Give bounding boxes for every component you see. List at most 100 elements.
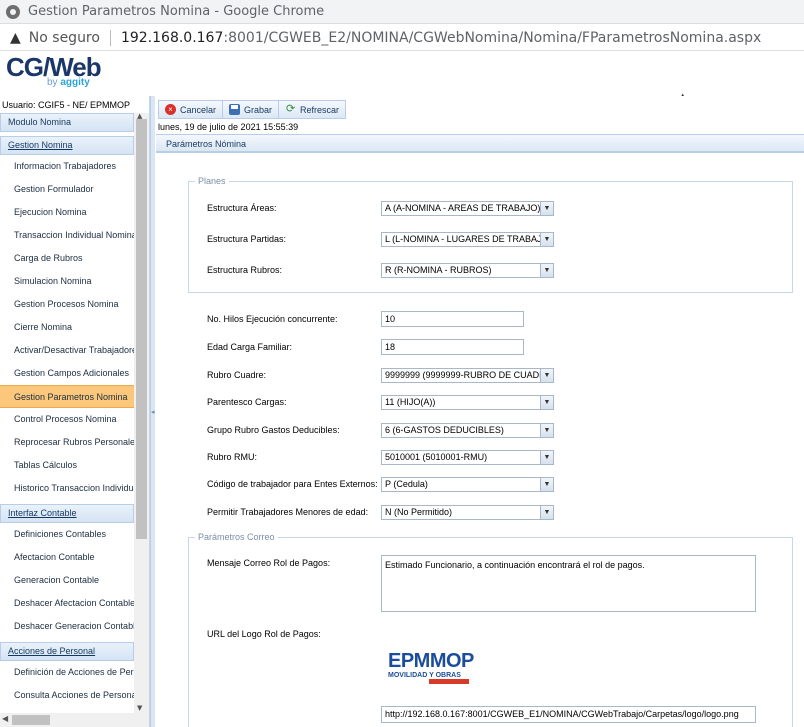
rmu-select[interactable]: 5010001 (5010001-RMU) ▼ xyxy=(381,450,554,465)
areas-select[interactable]: A (A-NOMINA - AREAS DE TRABAJO) ▼ xyxy=(381,201,554,216)
cancel-label: Cancelar xyxy=(180,104,217,115)
rubros-select-value: R (R-NOMINA - RUBROS) xyxy=(385,265,492,275)
sidebar-vertical-scrollbar[interactable]: ▲ ▼ xyxy=(134,112,149,713)
refresh-button[interactable]: ⟳ Refrescar xyxy=(278,100,347,119)
sidebar-item-tablas-calculos[interactable]: Tablas Cálculos xyxy=(0,454,134,477)
cancel-icon: × xyxy=(165,104,176,115)
hilos-input[interactable]: 10 xyxy=(381,311,524,327)
save-icon xyxy=(229,104,241,115)
sidebar-item-gestion-formulador[interactable]: Gestion Formulador xyxy=(0,178,134,201)
menores-select-value: N (No Permitido) xyxy=(385,507,453,517)
sidebar: Usuario: CGIF5 - NE/ EPMMOP Modulo Nomin… xyxy=(0,96,150,727)
rubros-label: Estructura Rubros: xyxy=(207,265,283,275)
refresh-icon: ⟳ xyxy=(285,103,296,115)
url-path[interactable]: :8001/CGWEB_E2/NOMINA/CGWebNomina/Nomina… xyxy=(223,30,761,46)
horizontal-scrollbar-thumb[interactable] xyxy=(12,715,50,725)
grupo-select-value: 6 (6-GASTOS DEDUCIBLES) xyxy=(385,425,504,435)
section-gestion-nomina[interactable]: Gestion Nomina xyxy=(0,136,134,155)
security-label[interactable]: No seguro xyxy=(29,30,100,46)
edad-label: Edad Carga Familiar: xyxy=(207,342,293,352)
parentesco-select[interactable]: 11 (HIJO(A)) ▼ xyxy=(381,395,554,410)
sidebar-item-activar-desactivar[interactable]: Activar/Desactivar Trabajadores xyxy=(0,339,134,362)
warning-icon[interactable]: ▲ xyxy=(10,30,21,46)
sidebar-item-transaccion-individual[interactable]: Transaccion Individual Nomina xyxy=(0,224,134,247)
logo-byline: by aggity xyxy=(47,77,90,88)
sidebar-horizontal-scrollbar[interactable]: ◀ xyxy=(0,713,149,727)
cancel-button[interactable]: × Cancelar xyxy=(158,100,224,119)
chevron-down-icon[interactable]: ▼ xyxy=(540,478,553,491)
section-acciones-personal[interactable]: Acciones de Personal xyxy=(0,642,134,661)
sidebar-item-ejecucion-nomina[interactable]: Ejecucion Nomina xyxy=(0,201,134,224)
sidebar-item-deshacer-generacion[interactable]: Deshacer Generacion Contable xyxy=(0,615,134,638)
rubros-select[interactable]: R (R-NOMINA - RUBROS) ▼ xyxy=(381,263,554,278)
sidebar-item-campos-adicionales[interactable]: Gestion Campos Adicionales xyxy=(0,362,134,385)
sidebar-item-reprocesar-rubros[interactable]: Reprocesar Rubros Personales xyxy=(0,431,134,454)
cuadre-select-value: 9999999 (9999999-RUBRO DE CUADRE) xyxy=(385,370,554,380)
scrollbar-thumb[interactable] xyxy=(136,119,147,539)
sidebar-item-control-procesos[interactable]: Control Procesos Nomina xyxy=(0,408,134,431)
browser-titlebar: Gestion Parametros Nomina - Google Chrom… xyxy=(0,0,804,24)
grupo-select[interactable]: 6 (6-GASTOS DEDUCIBLES) ▼ xyxy=(381,423,554,438)
scroll-left-icon[interactable]: ◀ xyxy=(2,714,8,723)
mensaje-label: Mensaje Correo Rol de Pagos: xyxy=(207,558,331,568)
scroll-down-icon[interactable]: ▼ xyxy=(137,704,142,712)
sidebar-item-deshacer-afectacion[interactable]: Deshacer Afectacion Contable xyxy=(0,592,134,615)
rmu-label: Rubro RMU: xyxy=(207,452,258,462)
refresh-label: Refrescar xyxy=(300,104,340,115)
mensaje-textarea[interactable]: Estimado Funcionario, a continuación enc… xyxy=(381,555,756,612)
chevron-down-icon[interactable]: ▼ xyxy=(540,233,553,246)
user-label: Usuario: CGIF5 - NE/ EPMMOP xyxy=(2,100,131,110)
grupo-label: Grupo Rubro Gastos Deducibles: xyxy=(207,425,340,435)
url-logo-label: URL del Logo Rol de Pagos: xyxy=(207,629,321,639)
current-datetime: lunes, 19 de julio de 2021 15:55:39 xyxy=(158,122,299,132)
partidas-label: Estructura Partidas: xyxy=(207,234,287,244)
sidebar-item-definiciones-contables[interactable]: Definiciones Contables xyxy=(0,523,134,546)
sidebar-item-definicion-acciones[interactable]: Definición de Acciones de Personal xyxy=(0,661,134,684)
chevron-down-icon[interactable]: ▼ xyxy=(540,506,553,519)
chrome-icon xyxy=(6,4,20,19)
sidebar-item-cierre-nomina[interactable]: Cierre Nomina xyxy=(0,316,134,339)
chevron-down-icon[interactable]: ▼ xyxy=(540,369,553,382)
codigo-label: Código de trabajador para Entes Externos… xyxy=(207,479,378,489)
sidebar-item-gestion-parametros[interactable]: Gestion Parametros Nomina xyxy=(0,385,134,408)
chevron-down-icon[interactable]: ▼ xyxy=(540,424,553,437)
edad-input[interactable]: 18 xyxy=(381,339,524,355)
sidebar-item-carga-rubros[interactable]: Carga de Rubros xyxy=(0,247,134,270)
divider xyxy=(109,29,111,46)
app-header: CG/Web by aggity ▲ xyxy=(0,52,804,100)
areas-select-value: A (A-NOMINA - AREAS DE TRABAJO) xyxy=(385,203,541,213)
sidebar-item-consulta-acciones[interactable]: Consulta Acciones de Personal xyxy=(0,684,134,707)
menores-label: Permitir Trabajadores Menores de edad: xyxy=(207,507,369,517)
codigo-select-value: P (Cedula) xyxy=(385,479,428,489)
url-logo-input[interactable]: http://192.168.0.167:8001/CGWEB_E1/NOMIN… xyxy=(381,706,756,723)
section-interfaz-contable[interactable]: Interfaz Contable xyxy=(0,504,134,523)
sidebar-item-afectacion-contable[interactable]: Afectacion Contable xyxy=(0,546,134,569)
chevron-down-icon[interactable]: ▼ xyxy=(540,202,553,215)
save-button[interactable]: Grabar xyxy=(222,100,280,119)
collapse-sidebar-icon[interactable]: ◂ xyxy=(151,408,155,416)
address-bar[interactable]: ▲ No seguro 192.168.0.167 :8001/CGWEB_E2… xyxy=(0,25,804,51)
rmu-select-value: 5010001 (5010001-RMU) xyxy=(385,452,488,462)
cuadre-select[interactable]: 9999999 (9999999-RUBRO DE CUADRE) ▼ xyxy=(381,368,554,383)
menores-select[interactable]: N (No Permitido) ▼ xyxy=(381,505,554,520)
module-header[interactable]: Modulo Nomina xyxy=(0,113,134,132)
correo-legend: Parámetros Correo xyxy=(198,532,275,542)
sidebar-item-generacion-contable[interactable]: Generacion Contable xyxy=(0,569,134,592)
sidebar-item-informacion-trabajadores[interactable]: Informacion Trabajadores xyxy=(0,155,134,178)
sidebar-item-simulacion-nomina[interactable]: Simulacion Nomina xyxy=(0,270,134,293)
epmmop-logo: EPMMOP MOVILIDAD Y OBRAS xyxy=(388,651,480,685)
panel-splitter[interactable]: ◂ xyxy=(150,96,155,727)
chevron-down-icon[interactable]: ▼ xyxy=(540,396,553,409)
planes-legend: Planes xyxy=(198,176,226,186)
chevron-down-icon[interactable]: ▼ xyxy=(540,264,553,277)
sidebar-item-historico-transaccion[interactable]: Historico Transaccion Individual xyxy=(0,477,134,500)
partidas-select[interactable]: L (L-NOMINA - LUGARES DE TRABAJO) ▼ xyxy=(381,232,554,247)
main-content: × Cancelar Grabar ⟳ Refrescar lunes, 19 de… xyxy=(156,96,804,727)
chevron-down-icon[interactable]: ▼ xyxy=(540,451,553,464)
window-title: Gestion Parametros Nomina - Google Chrom… xyxy=(28,4,325,19)
codigo-select[interactable]: P (Cedula) ▼ xyxy=(381,477,554,492)
parentesco-select-value: 11 (HIJO(A)) xyxy=(385,397,436,407)
url-host[interactable]: 192.168.0.167 xyxy=(121,30,223,46)
cuadre-label: Rubro Cuadre: xyxy=(207,370,267,380)
sidebar-item-gestion-procesos[interactable]: Gestion Procesos Nomina xyxy=(0,293,134,316)
